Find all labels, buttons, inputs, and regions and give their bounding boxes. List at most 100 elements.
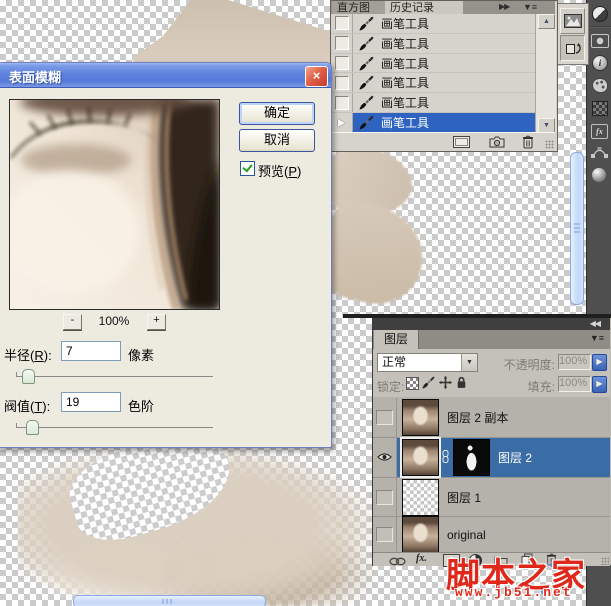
- close-icon[interactable]: ×: [305, 66, 328, 87]
- paths-panel-icon[interactable]: [590, 146, 609, 164]
- collapse-panel-icon[interactable]: ◀◀: [590, 319, 600, 328]
- history-tab-bar: 直方图 历史记录 ▶▶ ▼≡: [331, 1, 555, 14]
- document-horizontal-scrollbar[interactable]: [73, 595, 266, 606]
- layers-panel-titlebar[interactable]: ◀◀: [373, 318, 610, 330]
- 3d-panel-icon[interactable]: [592, 168, 606, 182]
- filter-preview-image[interactable]: [9, 99, 220, 310]
- history-state-row[interactable]: 画笔工具: [331, 54, 535, 74]
- lock-position-icon[interactable]: [439, 376, 452, 392]
- icon-part: [376, 490, 393, 505]
- set-source-well[interactable]: [331, 34, 353, 53]
- lock-all-icon[interactable]: [456, 376, 467, 392]
- lock-transparency-icon[interactable]: [406, 377, 419, 390]
- threshold-slider[interactable]: [16, 420, 213, 434]
- layer-row[interactable]: 图层 1: [373, 478, 610, 517]
- visibility-toggle[interactable]: [373, 478, 397, 516]
- mask-link-icon[interactable]: [442, 450, 449, 466]
- threshold-unit: 色阶: [128, 396, 154, 415]
- history-state-row-selected[interactable]: 画笔工具: [331, 113, 535, 132]
- history-state-row[interactable]: 画笔工具: [331, 14, 535, 34]
- visibility-toggle[interactable]: [373, 398, 397, 437]
- layer-name[interactable]: 图层 2 副本: [447, 409, 508, 426]
- threshold-input[interactable]: [61, 392, 121, 412]
- zoom-in-button[interactable]: +: [147, 314, 166, 330]
- collapse-arrows-icon[interactable]: ▶▶: [499, 2, 509, 11]
- navigator-panel-icon[interactable]: [560, 8, 585, 34]
- icon-part: [335, 36, 349, 50]
- slider-thumb[interactable]: [22, 369, 35, 384]
- new-snapshot-icon[interactable]: [489, 136, 505, 151]
- history-state-label: 画笔工具: [381, 35, 429, 52]
- history-state-row[interactable]: 画笔工具: [331, 73, 535, 93]
- set-source-well[interactable]: [331, 14, 353, 33]
- chevron-down-icon[interactable]: ▼: [461, 354, 477, 371]
- history-panel-icon[interactable]: [560, 35, 585, 61]
- radius-unit: 像素: [128, 345, 154, 364]
- fill-field[interactable]: 100%: [558, 376, 591, 392]
- radius-input[interactable]: [61, 341, 121, 361]
- layer-thumbnail[interactable]: [402, 439, 439, 476]
- history-state-row[interactable]: 画笔工具: [331, 93, 535, 113]
- preview-checkbox[interactable]: [240, 161, 255, 176]
- opacity-field[interactable]: 100%: [558, 354, 591, 370]
- layer-row[interactable]: 图层 2 副本: [373, 398, 610, 438]
- history-scrollbar[interactable]: ▲ ▼: [535, 14, 556, 132]
- ok-button[interactable]: 确定: [239, 102, 315, 125]
- swatches-panel-icon[interactable]: [592, 101, 608, 116]
- threshold-label: 阀值(T):: [4, 396, 50, 415]
- icon-part: [335, 96, 349, 110]
- blend-mode-dropdown[interactable]: 正常 ▼: [377, 353, 478, 372]
- scroll-up-button[interactable]: ▲: [538, 14, 555, 29]
- opacity-slider-popup-button[interactable]: ▶: [592, 354, 607, 371]
- brush-tool-icon: [359, 36, 374, 51]
- visibility-toggle[interactable]: [373, 517, 397, 552]
- layer-mask-thumbnail[interactable]: [453, 439, 490, 476]
- tab-histogram[interactable]: 直方图: [332, 1, 389, 14]
- set-source-well[interactable]: [331, 73, 353, 92]
- link-layers-icon[interactable]: [389, 555, 406, 569]
- new-document-from-state-icon[interactable]: [453, 136, 470, 151]
- slider-thumb[interactable]: [26, 420, 39, 435]
- state-pointer-icon: [338, 119, 345, 127]
- document-vertical-scrollbar[interactable]: [570, 152, 584, 305]
- layer-thumbnail[interactable]: [402, 399, 439, 436]
- radius-slider[interactable]: [16, 369, 213, 383]
- fill-slider-popup-button[interactable]: ▶: [592, 376, 607, 393]
- history-footer-bar: [331, 132, 555, 150]
- tab-layers[interactable]: 图层: [374, 330, 419, 349]
- layer-row-selected[interactable]: 图层 2: [373, 438, 610, 478]
- layer-thumbnail[interactable]: [402, 479, 439, 516]
- set-source-well[interactable]: [331, 93, 353, 112]
- layer-name[interactable]: 图层 1: [447, 489, 481, 506]
- cancel-button[interactable]: 取消: [239, 129, 315, 152]
- visibility-toggle[interactable]: [373, 438, 397, 477]
- set-source-well[interactable]: [331, 54, 353, 73]
- history-state-row[interactable]: 画笔工具: [331, 34, 535, 54]
- info-panel-icon[interactable]: i: [592, 55, 608, 71]
- zoom-level: 100%: [85, 314, 143, 328]
- panel-resize-grip[interactable]: [545, 140, 554, 149]
- layer-name[interactable]: original: [447, 528, 486, 542]
- eye-icon: [377, 451, 392, 465]
- layer-name[interactable]: 图层 2: [498, 449, 532, 466]
- layer-row[interactable]: original: [373, 517, 610, 552]
- zoom-out-button[interactable]: -: [63, 314, 82, 330]
- panel-menu-icon[interactable]: ▼≡: [590, 333, 604, 343]
- layer-thumbnail[interactable]: [402, 516, 439, 553]
- dock-divider: [587, 26, 611, 28]
- panel-resize-grip[interactable]: [601, 557, 609, 565]
- scroll-down-button[interactable]: ▼: [538, 118, 555, 133]
- styles-panel-icon[interactable]: fx: [591, 124, 608, 139]
- layers-panel: ◀◀ 图层 ▼≡ 正常 ▼ 不透明度: 100% ▶ 锁定:: [372, 318, 611, 566]
- delete-state-icon[interactable]: [522, 135, 534, 152]
- tab-history[interactable]: 历史记录: [385, 1, 463, 14]
- masks-panel-icon[interactable]: [591, 34, 609, 48]
- adjustments-panel-icon[interactable]: [592, 6, 608, 22]
- current-state-pointer[interactable]: [331, 113, 353, 132]
- panel-menu-icon[interactable]: ▼≡: [523, 2, 537, 12]
- dialog-titlebar[interactable]: 表面模糊: [0, 63, 331, 88]
- color-panel-icon[interactable]: [592, 78, 608, 93]
- lock-paint-icon[interactable]: [422, 376, 435, 392]
- layer-style-icon[interactable]: fx.: [416, 553, 427, 564]
- slider-track: [16, 427, 213, 428]
